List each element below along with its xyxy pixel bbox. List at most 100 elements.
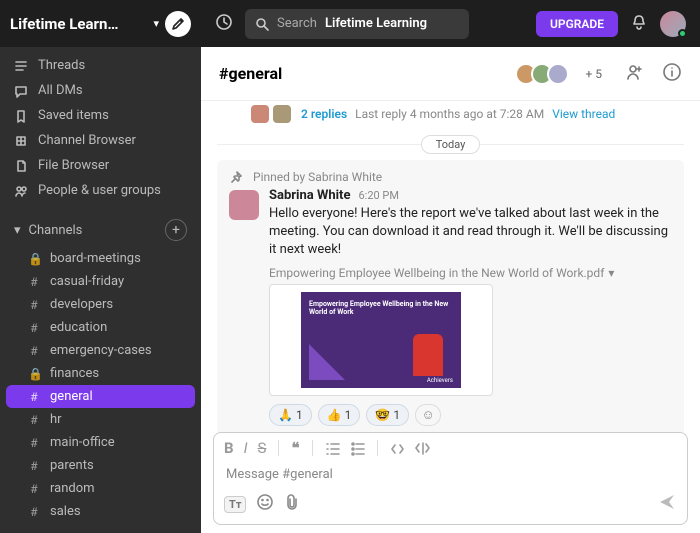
send-button[interactable] bbox=[657, 492, 677, 516]
composer: B I S ❝ Message #general Tт bbox=[201, 432, 700, 533]
member-avatars[interactable] bbox=[521, 63, 569, 85]
bookmark-icon bbox=[14, 109, 28, 123]
reaction[interactable]: 👍1 bbox=[318, 404, 361, 426]
hash-icon: # bbox=[28, 436, 40, 450]
workspace-name: Lifetime Learn… bbox=[10, 15, 147, 33]
channel-header: #general + 5 bbox=[201, 47, 700, 101]
lock-icon: 🔒 bbox=[28, 367, 40, 381]
channel-main-office[interactable]: #main-office bbox=[6, 431, 195, 454]
channel-board-meetings[interactable]: 🔒board-meetings bbox=[6, 247, 195, 270]
bullet-list-button[interactable] bbox=[350, 441, 365, 456]
thread-summary[interactable]: 2 replies Last reply 4 months ago at 7:2… bbox=[217, 101, 684, 129]
code-button[interactable] bbox=[390, 441, 405, 456]
dms-icon bbox=[14, 84, 28, 98]
avatar bbox=[251, 105, 269, 123]
notifications-icon[interactable] bbox=[630, 13, 648, 35]
codeblock-button[interactable] bbox=[415, 441, 430, 456]
date-divider: Today bbox=[217, 135, 684, 154]
avatar bbox=[547, 63, 569, 85]
channel-details-icon[interactable] bbox=[662, 62, 682, 86]
chevron-down-icon: ▾ bbox=[14, 223, 21, 238]
reactions: 🙏1 👍1🤓1 ☺ bbox=[269, 404, 672, 426]
threads-icon bbox=[14, 59, 28, 73]
nav-section: Threads All DMs Saved items Channel Brow… bbox=[0, 47, 201, 209]
hash-icon: # bbox=[28, 505, 40, 519]
channels-header[interactable]: ▾ Channels + bbox=[0, 209, 201, 247]
add-reaction-button[interactable]: ☺ bbox=[415, 404, 441, 426]
attachment-preview[interactable]: Empowering Employee Wellbeing in the New… bbox=[269, 284, 493, 396]
channel-hr[interactable]: #hr bbox=[6, 408, 195, 431]
channel-casual-friday[interactable]: #casual-friday bbox=[6, 270, 195, 293]
view-thread-link[interactable]: View thread bbox=[552, 107, 615, 121]
channel-browser-icon bbox=[14, 134, 28, 148]
italic-button[interactable]: I bbox=[244, 439, 248, 457]
strike-button[interactable]: S bbox=[258, 439, 267, 457]
chevron-down-icon[interactable]: ▾ bbox=[608, 266, 614, 280]
message: Sabrina White 6:20 PM Hello everyone! He… bbox=[229, 188, 672, 426]
channel-list: 🔒board-meetings#casual-friday#developers… bbox=[0, 247, 201, 523]
hash-icon: # bbox=[28, 344, 40, 358]
format-toggle[interactable]: Tт bbox=[224, 496, 246, 513]
hash-icon: # bbox=[28, 482, 40, 496]
channel-developers[interactable]: #developers bbox=[6, 293, 195, 316]
main: Search UPGRADE #general + 5 2 replies La… bbox=[201, 0, 700, 533]
bold-button[interactable]: B bbox=[224, 439, 234, 457]
compose-button[interactable] bbox=[165, 11, 191, 37]
nav-saved-items[interactable]: Saved items bbox=[0, 103, 201, 128]
workspace-header[interactable]: Lifetime Learn… ▾ bbox=[0, 0, 201, 47]
channel-emergency-cases[interactable]: #emergency-cases bbox=[6, 339, 195, 362]
reaction[interactable]: 🤓1 bbox=[366, 404, 409, 426]
message-text: Hello everyone! Here's the report we've … bbox=[269, 205, 672, 260]
hash-icon: # bbox=[28, 298, 40, 312]
file-icon bbox=[14, 159, 28, 173]
nav-people[interactable]: People & user groups bbox=[0, 178, 201, 203]
nav-all-dms[interactable]: All DMs bbox=[0, 78, 201, 103]
quote-button[interactable]: ❝ bbox=[291, 439, 299, 457]
channel-parents[interactable]: #parents bbox=[6, 454, 195, 477]
message-list[interactable]: 2 replies Last reply 4 months ago at 7:2… bbox=[201, 101, 700, 432]
add-people-icon[interactable] bbox=[624, 62, 644, 86]
channel-finances[interactable]: 🔒finances bbox=[6, 362, 195, 385]
nav-threads[interactable]: Threads bbox=[0, 53, 201, 78]
pin-icon bbox=[231, 171, 243, 183]
hash-icon: # bbox=[28, 459, 40, 473]
nav-channel-browser[interactable]: Channel Browser bbox=[0, 128, 201, 153]
user-avatar[interactable] bbox=[660, 11, 686, 37]
channel-name[interactable]: #general bbox=[219, 64, 282, 83]
people-icon bbox=[14, 184, 28, 198]
avatar bbox=[273, 105, 291, 123]
topbar: Search UPGRADE bbox=[201, 0, 700, 47]
add-channel-button[interactable]: + bbox=[165, 219, 187, 241]
pencil-icon bbox=[171, 17, 185, 31]
emoji-button[interactable] bbox=[256, 493, 274, 515]
presence-indicator bbox=[678, 29, 687, 38]
channel-education[interactable]: #education bbox=[6, 316, 195, 339]
sidebar: Lifetime Learn… ▾ Threads All DMs Saved … bbox=[0, 0, 201, 533]
channel-random[interactable]: #random bbox=[6, 477, 195, 500]
reaction[interactable]: 🙏1 bbox=[269, 404, 312, 426]
pinned-banner: Pinned by Sabrina White bbox=[229, 170, 672, 184]
hash-icon: # bbox=[28, 413, 40, 427]
timestamp: 6:20 PM bbox=[358, 189, 398, 202]
search-input[interactable] bbox=[325, 16, 445, 31]
lock-icon: 🔒 bbox=[28, 252, 40, 266]
hash-icon: # bbox=[28, 321, 40, 335]
channel-sales[interactable]: #sales bbox=[6, 500, 195, 523]
search-box[interactable]: Search bbox=[245, 9, 469, 39]
author-name[interactable]: Sabrina White bbox=[269, 188, 350, 203]
hash-icon: # bbox=[28, 390, 40, 404]
attach-button[interactable] bbox=[284, 493, 300, 515]
upgrade-button[interactable]: UPGRADE bbox=[536, 11, 618, 37]
history-icon[interactable] bbox=[215, 13, 233, 35]
chevron-down-icon: ▾ bbox=[153, 17, 159, 30]
format-toolbar: B I S ❝ bbox=[214, 433, 687, 463]
ordered-list-button[interactable] bbox=[325, 441, 340, 456]
message-input[interactable]: Message #general bbox=[214, 463, 687, 492]
search-icon bbox=[255, 17, 269, 31]
member-count[interactable]: + 5 bbox=[585, 67, 602, 81]
pinned-message: Pinned by Sabrina White Sabrina White 6:… bbox=[217, 160, 684, 432]
nav-file-browser[interactable]: File Browser bbox=[0, 153, 201, 178]
channel-general[interactable]: #general bbox=[6, 385, 195, 408]
attachment-name[interactable]: Empowering Employee Wellbeing in the New… bbox=[269, 266, 672, 280]
author-avatar[interactable] bbox=[229, 190, 259, 220]
